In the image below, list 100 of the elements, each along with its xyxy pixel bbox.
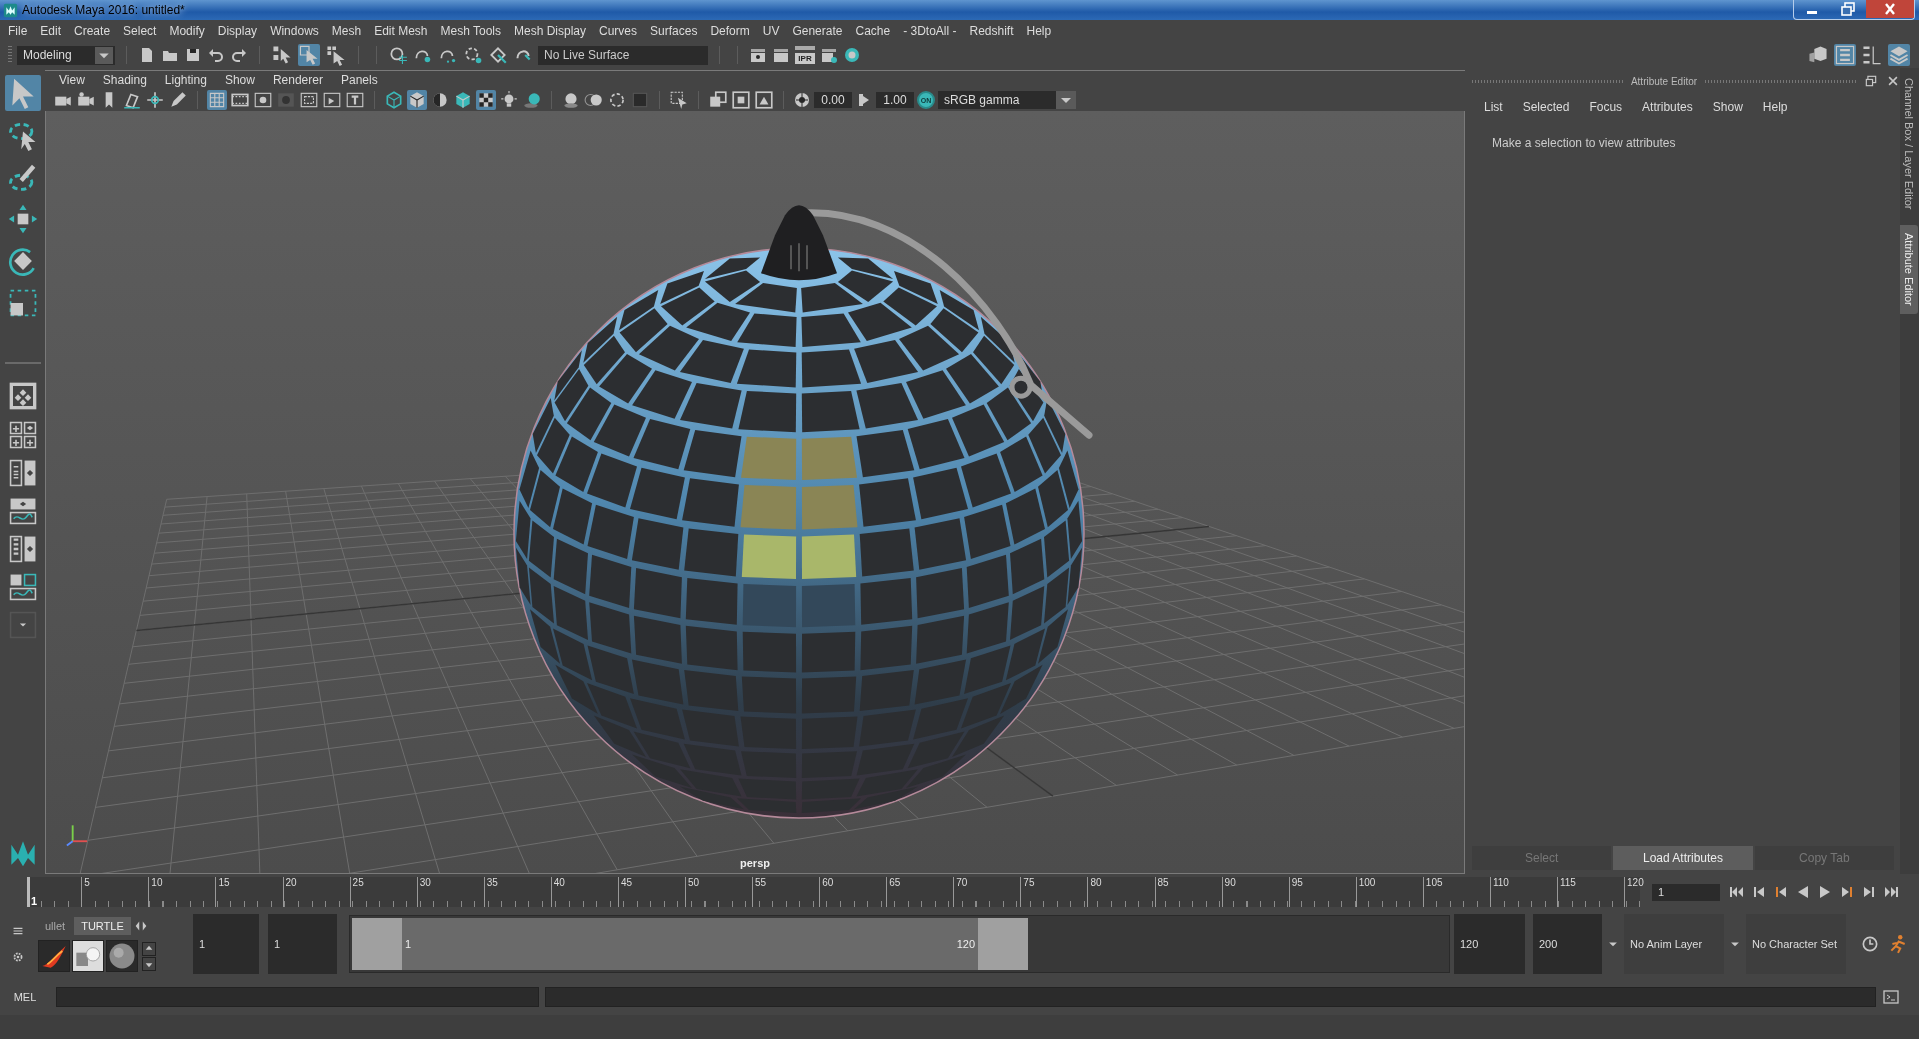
color-space-dropdown[interactable]: sRGB gamma — [938, 91, 1076, 109]
current-frame-field[interactable]: 1 — [1652, 883, 1720, 901]
component-select-icon[interactable] — [325, 44, 347, 66]
menu-item[interactable]: Mesh Tools — [440, 24, 501, 38]
sphere-icon[interactable] — [106, 940, 138, 972]
pan-zoom-icon[interactable] — [145, 90, 165, 110]
menu-item[interactable]: - 3DtoAll - — [903, 24, 957, 38]
panel-menu-item[interactable]: Help — [1762, 100, 1788, 118]
tool-settings-icon[interactable] — [1861, 44, 1883, 66]
menu-item[interactable]: Curves — [599, 24, 638, 38]
stacked-pane-layout-icon[interactable] — [8, 497, 37, 525]
menu-item[interactable]: Modify — [169, 24, 205, 38]
isolate-select-icon[interactable] — [669, 90, 689, 110]
menu-item[interactable]: Mesh Display — [514, 24, 587, 38]
panel-menu-item[interactable]: List — [1484, 100, 1503, 118]
close-icon[interactable] — [1886, 74, 1900, 88]
panel-menu-item[interactable]: View — [59, 73, 85, 87]
live-surface-field[interactable]: No Live Surface — [538, 45, 708, 65]
panel-menu-item[interactable]: Panels — [340, 73, 378, 87]
checker-icon[interactable] — [476, 90, 496, 110]
object-select-icon[interactable] — [298, 44, 320, 66]
snap-view-plane-icon[interactable] — [463, 45, 483, 65]
two-pane-layout-icon[interactable] — [8, 459, 37, 487]
command-language-label[interactable]: MEL — [0, 991, 50, 1003]
shaded-cube-icon[interactable] — [407, 90, 427, 110]
menu-item[interactable]: UV — [762, 24, 780, 38]
script-editor-icon[interactable] — [1882, 988, 1900, 1006]
menu-item[interactable]: Create — [74, 24, 111, 38]
menu-item[interactable]: Help — [1026, 24, 1052, 38]
menu-set-dropdown[interactable]: Modeling — [17, 45, 115, 65]
single-pane-layout-icon[interactable] — [7, 381, 38, 411]
wireframe-cube-icon[interactable] — [384, 90, 404, 110]
snap-surface-icon[interactable] — [488, 45, 508, 65]
range-handle[interactable] — [352, 918, 402, 970]
float-panel-icon[interactable] — [1864, 74, 1878, 88]
light-bulb-icon[interactable] — [499, 90, 519, 110]
menu-item[interactable]: Windows — [270, 24, 319, 38]
render-settings-icon[interactable] — [820, 46, 838, 64]
four-pane-layout-icon[interactable] — [8, 421, 37, 449]
menu-item[interactable]: Display — [217, 24, 258, 38]
outliner-layout-icon[interactable] — [8, 535, 37, 563]
panel-menu-item[interactable]: Attributes — [1642, 100, 1693, 118]
three-pane-layout-icon[interactable] — [8, 573, 37, 601]
ipr-render-button[interactable]: IPR — [795, 46, 815, 64]
attribute-editor-icon[interactable] — [1834, 44, 1856, 66]
gamma-field[interactable]: 1.00 — [876, 92, 914, 108]
command-input-field[interactable] — [56, 987, 539, 1007]
playback-range-bar[interactable]: 1 120 — [352, 918, 1028, 970]
panel-menu-item[interactable]: Focus — [1589, 100, 1623, 118]
x-ray-active-icon[interactable] — [754, 90, 774, 110]
range-handle[interactable] — [978, 918, 1028, 970]
menu-item[interactable]: Cache — [855, 24, 891, 38]
menu-item[interactable]: Select — [123, 24, 157, 38]
panel-menu-item[interactable]: Lighting — [164, 73, 207, 87]
half-shaded-circle-icon[interactable] — [430, 90, 450, 110]
menu-item[interactable]: Edit Mesh — [374, 24, 428, 38]
hypershade-icon[interactable] — [843, 46, 861, 64]
menu-item[interactable]: Mesh — [331, 24, 362, 38]
close-icon[interactable] — [1866, 0, 1914, 18]
snap-grid-icon[interactable] — [388, 45, 408, 65]
menu-item[interactable]: Deform — [710, 24, 750, 38]
shadow-sphere-icon[interactable] — [522, 90, 542, 110]
side-tab[interactable]: Channel Box / Layer Editor — [1900, 70, 1918, 218]
menu-item[interactable]: Edit — [40, 24, 62, 38]
menu-item[interactable]: Surfaces — [650, 24, 698, 38]
safe-title-icon[interactable] — [345, 90, 365, 110]
character-set-dropdown[interactable]: No Character Set — [1746, 914, 1846, 974]
panel-menu-item[interactable]: Renderer — [272, 73, 323, 87]
render-icon[interactable] — [772, 46, 790, 64]
x-ray-joints-icon[interactable] — [731, 90, 751, 110]
panel-menu-item[interactable]: Shading — [102, 73, 147, 87]
save-icon[interactable] — [184, 46, 202, 64]
panel-menu-item[interactable]: Show — [1712, 100, 1743, 118]
menu-item[interactable]: Redshift — [969, 24, 1014, 38]
dashed-circle-icon[interactable] — [607, 90, 627, 110]
safe-action-icon[interactable] — [322, 90, 342, 110]
panel-button[interactable]: Load Attributes — [1613, 846, 1753, 870]
running-figure-icon[interactable] — [1888, 934, 1908, 954]
box-and-sphere-icon[interactable] — [72, 940, 104, 972]
redo-icon[interactable] — [230, 46, 248, 64]
side-tab[interactable]: Attribute Editor — [1900, 225, 1918, 315]
x-ray-icon[interactable] — [708, 90, 728, 110]
textured-cube-icon[interactable] — [453, 90, 473, 110]
shelf-tab[interactable]: TURTLE — [74, 917, 131, 935]
shelf-tab[interactable]: ullet — [38, 917, 73, 935]
anim-layer-dropdown[interactable]: No Anim Layer — [1624, 914, 1724, 974]
menu-item[interactable]: Generate — [792, 24, 843, 38]
flame-icon[interactable] — [38, 940, 70, 972]
menu-item[interactable]: File — [8, 24, 28, 38]
field-chart-icon[interactable] — [299, 90, 319, 110]
ambient-occlusion-icon[interactable] — [561, 90, 581, 110]
image-plane-icon[interactable] — [122, 90, 142, 110]
panel-menu-item[interactable]: Selected — [1522, 100, 1570, 118]
animation-end-field[interactable]: 200 — [1533, 914, 1602, 974]
playback-end-field[interactable]: 120 — [1454, 914, 1525, 974]
panel-menu-item[interactable]: Show — [224, 73, 255, 87]
exposure-field[interactable]: 0.00 — [814, 92, 852, 108]
clock-icon[interactable] — [1860, 934, 1880, 954]
grid-icon[interactable] — [207, 90, 227, 110]
animation-start-field[interactable]: 1 — [193, 914, 259, 974]
